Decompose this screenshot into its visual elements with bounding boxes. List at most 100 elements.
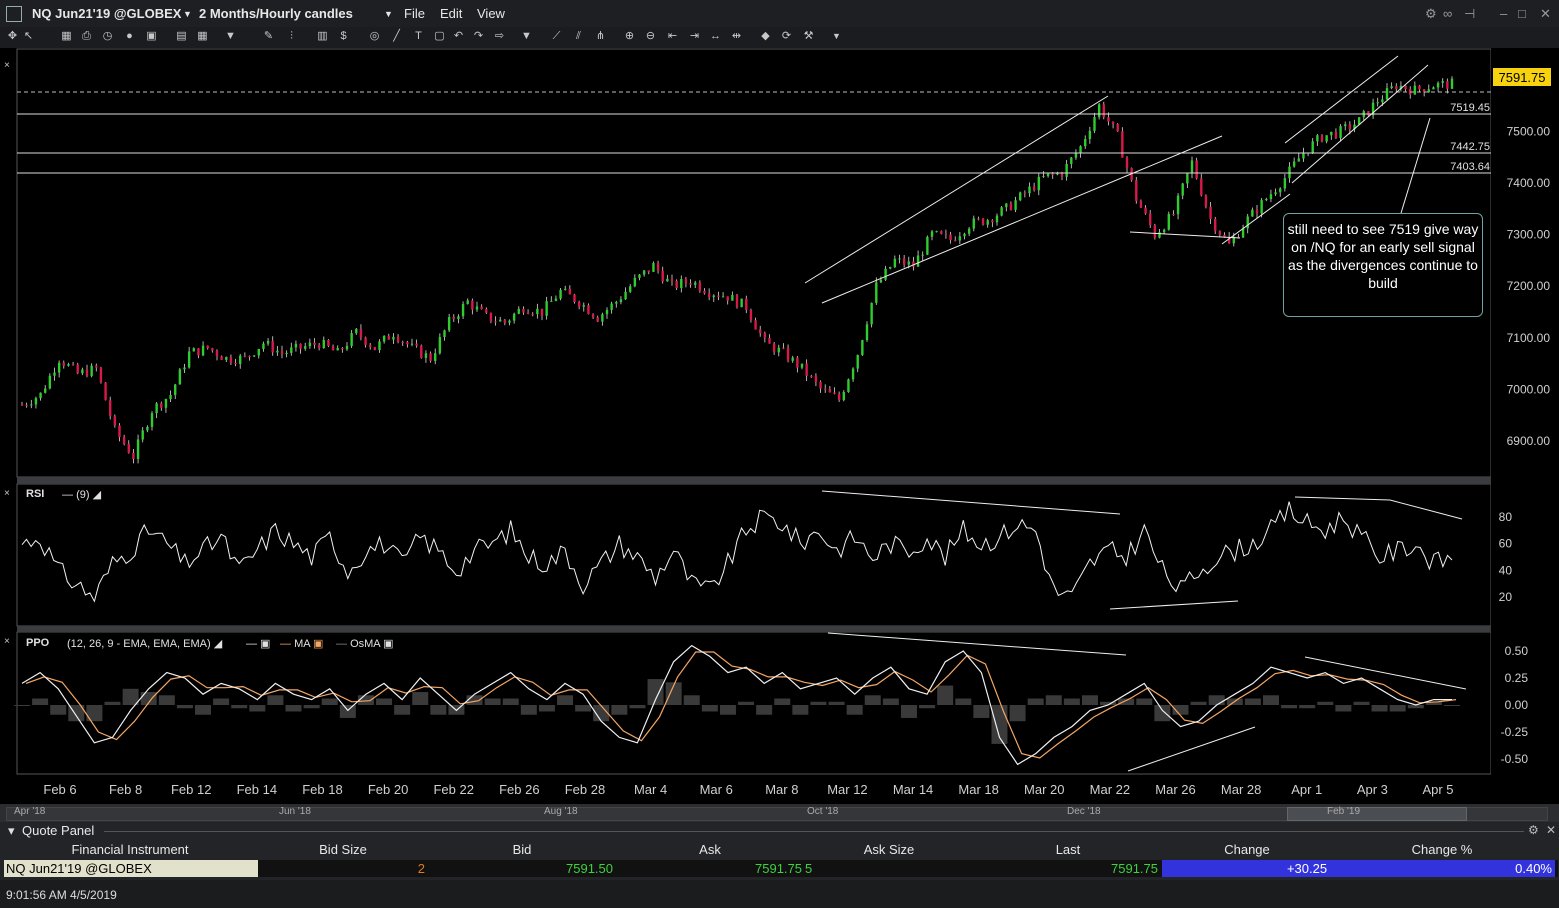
chevron-down-icon[interactable]: ▼ [384, 9, 393, 19]
cursor-icon[interactable]: ↖ [22, 30, 35, 43]
menu-file[interactable]: File [404, 6, 425, 21]
minimize-icon[interactable]: – [1500, 6, 1507, 21]
collapse-icon[interactable]: × [4, 60, 10, 71]
navigator-window[interactable] [1287, 807, 1467, 821]
osma-bar [303, 705, 320, 709]
ppo-line-legend[interactable]: — ▣ [246, 637, 270, 650]
column-header[interactable]: Bid Size [293, 842, 393, 857]
channel-icon[interactable]: ⫽ [572, 30, 585, 43]
rsi-legend[interactable]: — (9) ◢ [62, 488, 101, 501]
close-icon[interactable]: ✕ [1540, 6, 1551, 22]
osma-bar [1262, 695, 1279, 705]
timeframe-selector[interactable]: 2 Months/Hourly candles [199, 6, 353, 21]
column-header[interactable]: Ask Size [839, 842, 939, 857]
ppo-legend[interactable]: (12, 26, 9 - EMA, EMA, EMA) ◢ [67, 637, 222, 650]
pitchfork-icon[interactable]: ⋔ [594, 30, 607, 43]
dollar-icon[interactable]: $ [337, 30, 350, 43]
candle [1097, 103, 1101, 120]
tile-icon[interactable]: ▦ [196, 30, 209, 43]
scroll-left-icon[interactable]: ⇤ [666, 30, 679, 43]
drop-icon[interactable]: ◆ [759, 30, 772, 43]
rsi-close-icon[interactable]: × [4, 488, 10, 499]
pin-icon[interactable]: ⊣ [1464, 6, 1475, 22]
ppo-osma-legend[interactable]: — OsMA ▣ [336, 637, 393, 650]
column-header[interactable]: Last [1018, 842, 1118, 857]
column-header[interactable]: Ask [660, 842, 760, 857]
circle-icon[interactable]: ● [123, 30, 136, 43]
x-axis-tick: Feb 26 [499, 782, 539, 797]
maximize-icon[interactable]: □ [1518, 6, 1526, 21]
settings-icon[interactable]: ⚙ [1528, 823, 1539, 837]
column-header[interactable]: Financial Instrument [40, 842, 220, 857]
ppo-close-icon[interactable]: × [4, 636, 10, 647]
zoom-in-icon[interactable]: ⊕ [623, 30, 636, 43]
text-tool-icon[interactable]: T [412, 30, 425, 43]
redo-icon[interactable]: ↷ [472, 30, 485, 43]
column-header[interactable]: Change % [1392, 842, 1492, 857]
osma-bar [719, 705, 736, 715]
settings-icon[interactable]: ⚙ [1425, 6, 1437, 22]
osma-bar [1081, 695, 1098, 705]
wrench-icon[interactable]: ⚒ [802, 30, 815, 43]
pencil-icon[interactable]: ✎ [262, 30, 275, 43]
candle [926, 235, 929, 255]
expand-icon[interactable]: ↔ [709, 30, 722, 43]
filter-icon[interactable]: ▼ [224, 30, 237, 43]
menu-view[interactable]: View [477, 6, 505, 21]
trend-icon[interactable]: ⟋ [550, 30, 563, 43]
column-header[interactable]: Change [1197, 842, 1297, 857]
refresh-icon[interactable]: ⟳ [780, 30, 793, 43]
arrow-icon[interactable]: ⇨ [493, 30, 506, 43]
osma-bar [502, 698, 519, 705]
crosshair-icon[interactable]: ✥ [6, 30, 19, 43]
rsi-pane[interactable] [16, 483, 1492, 627]
osma-bar [774, 698, 791, 705]
collapse-panel-icon[interactable]: ▾ [8, 823, 15, 839]
nav-label: Feb '19 [1327, 806, 1361, 817]
fib-icon[interactable]: ⫶ [285, 30, 298, 43]
osma-bar [1136, 698, 1153, 705]
line-tool-icon[interactable]: ╱ [390, 30, 403, 43]
osma-bar [955, 698, 972, 705]
zoom-out-icon[interactable]: ⊖ [644, 30, 657, 43]
quote-instrument[interactable]: NQ Jun21'19 @GLOBEX [4, 860, 260, 877]
osma-bar [1190, 701, 1207, 705]
candle [104, 381, 107, 401]
target-icon[interactable]: ◎ [368, 30, 381, 43]
candle [1204, 194, 1208, 209]
x-axis-tick: Mar 20 [1024, 782, 1064, 797]
link-icon[interactable]: ∞ [1443, 6, 1452, 21]
osma-bar [50, 705, 67, 715]
box-tool-icon[interactable]: ▢ [433, 30, 446, 43]
chart-area[interactable]: Feb 6 Feb 8 Feb 12 Feb 14 Feb 18 Feb 20 Feb 22… [0, 48, 1559, 804]
osma-bar [1063, 698, 1080, 705]
time-navigator[interactable]: Apr '18 Jun '18 Aug '18 Oct '18 Dec '18 … [0, 804, 1559, 822]
menu-edit[interactable]: Edit [440, 6, 462, 21]
x-axis-tick: Feb 14 [237, 782, 277, 797]
osma-bar [430, 705, 447, 715]
ppo-ma-legend[interactable]: — MA ▣ [280, 637, 323, 650]
x-axis-tick: Mar 18 [958, 782, 998, 797]
column-header[interactable]: Bid [472, 842, 572, 857]
rsi-title: RSI [26, 488, 45, 500]
osma-bar [846, 705, 863, 715]
scroll-right-icon[interactable]: ⇥ [688, 30, 701, 43]
chart-annotation[interactable]: still need to see 7519 give way on /NQ f… [1283, 213, 1483, 317]
funnel-icon[interactable]: ▼ [520, 30, 533, 43]
chevron-down-icon[interactable]: ▼ [183, 9, 192, 19]
window-icon[interactable]: ▣ [145, 30, 158, 43]
price-axis-tick: 7000.00 [1507, 382, 1551, 396]
quote-bid: 7591.50 [566, 861, 613, 876]
chevron-down-icon[interactable]: ▼ [830, 30, 843, 43]
compress-icon[interactable]: ⇹ [730, 30, 743, 43]
bars-icon[interactable]: ▥ [316, 30, 329, 43]
symbol-selector[interactable]: NQ Jun21'19 @GLOBEX [32, 6, 181, 21]
price-pane[interactable] [16, 48, 1492, 478]
close-icon[interactable]: ✕ [1546, 823, 1556, 837]
grid-icon[interactable]: ▦ [60, 30, 73, 43]
clock-icon[interactable]: ◷ [101, 30, 114, 43]
print-icon[interactable]: ⎙ [80, 30, 93, 43]
undo-icon[interactable]: ↶ [452, 30, 465, 43]
osma-bar [647, 679, 664, 705]
layout-icon[interactable]: ▤ [175, 30, 188, 43]
